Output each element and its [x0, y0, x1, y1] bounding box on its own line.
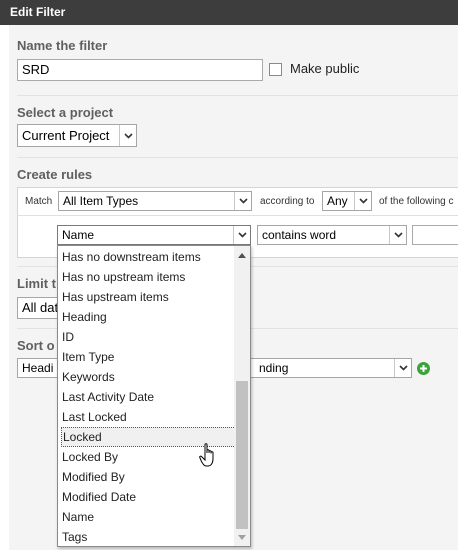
scroll-down-icon[interactable] — [234, 529, 250, 545]
any-select[interactable]: Any — [322, 191, 372, 211]
make-public-label: Make public — [290, 61, 360, 76]
rule-field-select[interactable]: Name — [57, 225, 251, 245]
chevron-down-icon — [389, 226, 406, 244]
dropdown-option[interactable]: Tags — [61, 527, 236, 547]
divider — [17, 95, 458, 96]
sort-order-value: nding — [259, 361, 289, 375]
select-project-label: Select a project — [17, 105, 114, 120]
rule-operator-select[interactable]: contains word — [257, 225, 407, 245]
dropdown-option[interactable]: Name — [61, 507, 236, 527]
sort-label: Sort o — [17, 338, 55, 353]
dropdown-option[interactable]: Has no downstream items — [61, 247, 236, 267]
dropdown-option[interactable]: Item Type — [61, 347, 236, 367]
add-sort-icon[interactable] — [417, 362, 430, 375]
item-types-select[interactable]: All Item Types — [58, 191, 252, 211]
according-to-label: according to — [260, 196, 315, 207]
chevron-down-icon — [119, 125, 136, 146]
limit-select-value: All dat — [22, 300, 59, 315]
dropdown-option[interactable]: Heading — [61, 307, 236, 327]
chevron-down-icon — [354, 192, 371, 210]
sort-order-select[interactable]: nding — [240, 358, 412, 378]
chevron-down-icon — [394, 359, 411, 377]
divider — [17, 157, 458, 158]
dropdown-option[interactable]: ID — [61, 327, 236, 347]
name-filter-label: Name the filter — [17, 38, 108, 53]
any-select-value: Any — [327, 194, 348, 208]
limit-label: Limit t — [17, 276, 56, 291]
dropdown-option[interactable]: Modified By — [61, 467, 236, 487]
dropdown-option[interactable]: Keywords — [61, 367, 236, 387]
dropdown-option[interactable]: Has upstream items — [61, 287, 236, 307]
dropdown-option[interactable]: Last Activity Date — [61, 387, 236, 407]
hand-cursor-icon — [199, 443, 214, 467]
rules-divider — [17, 215, 458, 216]
scrollbar-thumb[interactable] — [236, 381, 248, 529]
dialog-title: Edit Filter — [0, 0, 458, 25]
rule-field-value: Name — [62, 228, 95, 242]
dropdown-option[interactable]: Last Locked — [61, 407, 236, 427]
project-select-value: Current Project — [22, 128, 110, 143]
create-rules-label: Create rules — [17, 167, 93, 182]
match-label: Match — [25, 196, 53, 207]
make-public-checkbox[interactable] — [269, 63, 282, 76]
rule-value-input[interactable] — [412, 225, 458, 245]
filter-name-input[interactable]: SRD — [17, 59, 263, 81]
scroll-up-icon[interactable] — [234, 247, 250, 263]
project-select[interactable]: Current Project — [17, 124, 137, 147]
rule-operator-value: contains word — [262, 228, 337, 242]
dropdown-option[interactable]: Modified Date — [61, 487, 236, 507]
dropdown-option[interactable]: Has no upstream items — [61, 267, 236, 287]
sort-field-value: Headi — [22, 361, 54, 375]
chevron-down-icon — [234, 192, 251, 210]
chevron-down-icon — [233, 226, 250, 244]
item-types-value: All Item Types — [63, 194, 139, 208]
dropdown-scrollbar[interactable] — [234, 246, 250, 546]
following-conditions-label: of the following c — [379, 196, 454, 207]
field-dropdown-list[interactable]: Has no downstream items Has no upstream i… — [57, 245, 251, 547]
